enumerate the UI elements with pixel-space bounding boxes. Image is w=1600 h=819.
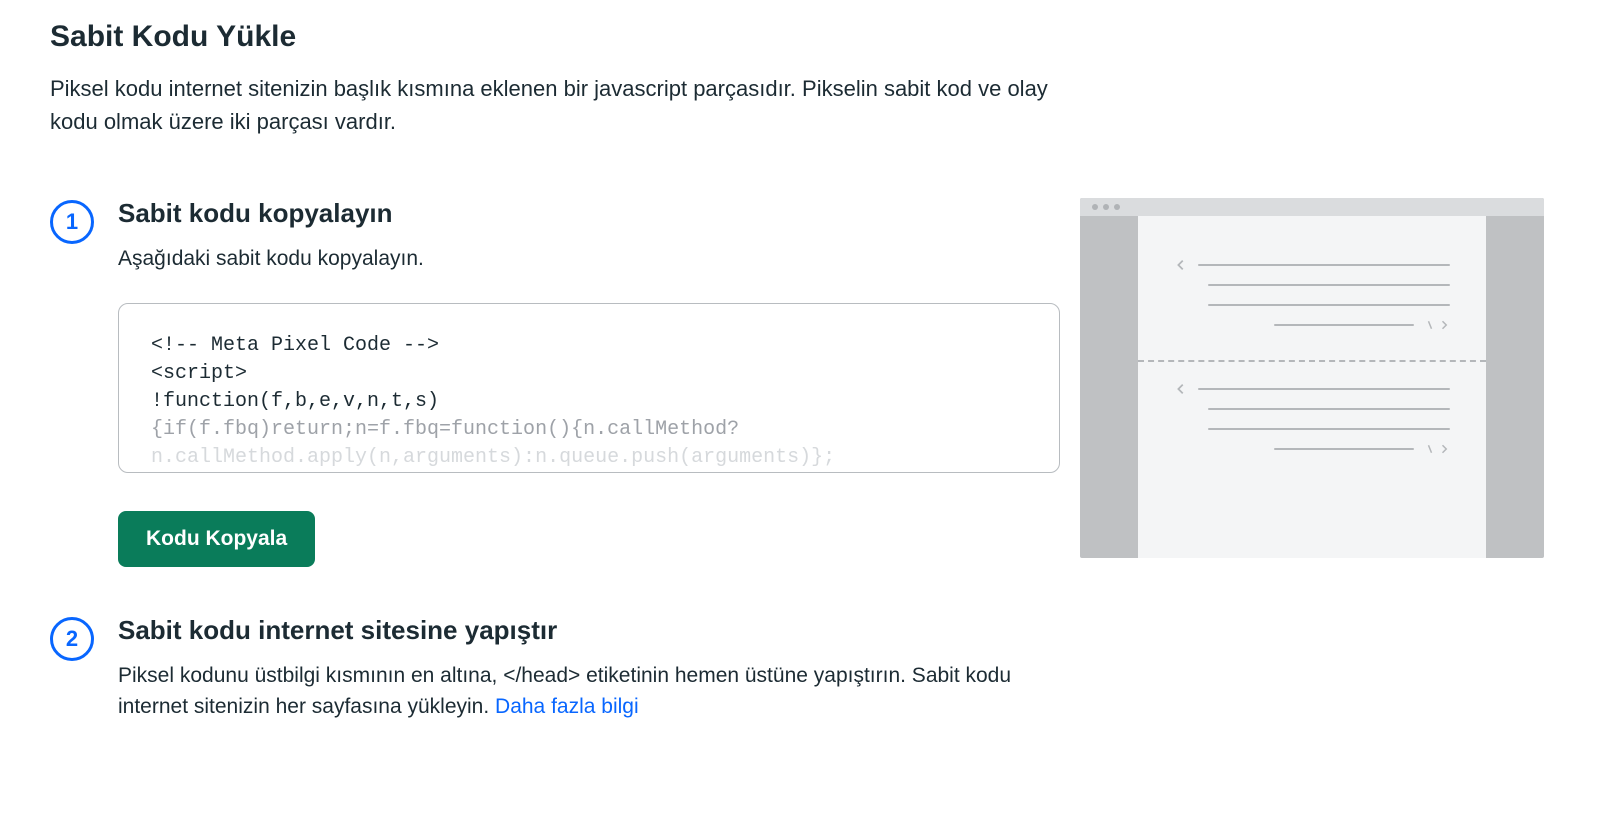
illustration-body	[1138, 216, 1486, 558]
page-description: Piksel kodu internet sitenizin başlık kı…	[50, 72, 1070, 138]
close-tag-icon	[1424, 319, 1450, 331]
illustration-lower-block	[1174, 384, 1450, 454]
step-badge-1: 1	[50, 200, 94, 244]
step-badge-2: 2	[50, 617, 94, 661]
illustration-topbar	[1080, 198, 1544, 216]
left-column: 1 Sabit kodu kopyalayın Aşağıdaki sabit …	[50, 198, 1060, 799]
learn-more-link[interactable]: Daha fazla bilgi	[495, 695, 639, 718]
step-1-title: Sabit kodu kopyalayın	[118, 198, 1060, 229]
code-line: !function(f,b,e,v,n,t,s)	[151, 388, 1027, 416]
illustration-upper-block	[1174, 260, 1450, 330]
illustration-divider	[1138, 360, 1486, 362]
code-line: <!-- Meta Pixel Code -->	[151, 332, 1027, 360]
window-dot-icon	[1103, 204, 1109, 210]
window-dot-icon	[1092, 204, 1098, 210]
step-2-subtitle: Piksel kodunu üstbilgi kısmının en altın…	[118, 660, 1060, 723]
code-block[interactable]: <!-- Meta Pixel Code --><script>!functio…	[118, 303, 1060, 473]
page-title: Sabit Kodu Yükle	[50, 20, 1550, 54]
step-2-title: Sabit kodu internet sitesine yapıştır	[118, 615, 1060, 646]
step-2-body: Sabit kodu internet sitesine yapıştır Pi…	[118, 615, 1060, 751]
code-line: n.callMethod.apply(n,arguments):n.queue.…	[151, 444, 1027, 472]
copy-code-button[interactable]: Kodu Kopyala	[118, 511, 315, 567]
step-1-subtitle: Aşağıdaki sabit kodu kopyalayın.	[118, 243, 1060, 275]
close-tag-icon	[1424, 443, 1450, 455]
angle-left-icon	[1174, 382, 1188, 396]
step-1-body: Sabit kodu kopyalayın Aşağıdaki sabit ko…	[118, 198, 1060, 567]
code-line: {if(f.fbq)return;n=f.fbq=function(){n.ca…	[151, 416, 1027, 444]
code-placement-illustration	[1080, 198, 1544, 558]
code-line: <script>	[151, 360, 1027, 388]
step-1: 1 Sabit kodu kopyalayın Aşağıdaki sabit …	[50, 198, 1060, 567]
content-row: 1 Sabit kodu kopyalayın Aşağıdaki sabit …	[50, 198, 1550, 799]
window-dot-icon	[1114, 204, 1120, 210]
right-column	[1080, 198, 1550, 558]
angle-left-icon	[1174, 258, 1188, 272]
step-2: 2 Sabit kodu internet sitesine yapıştır …	[50, 615, 1060, 751]
